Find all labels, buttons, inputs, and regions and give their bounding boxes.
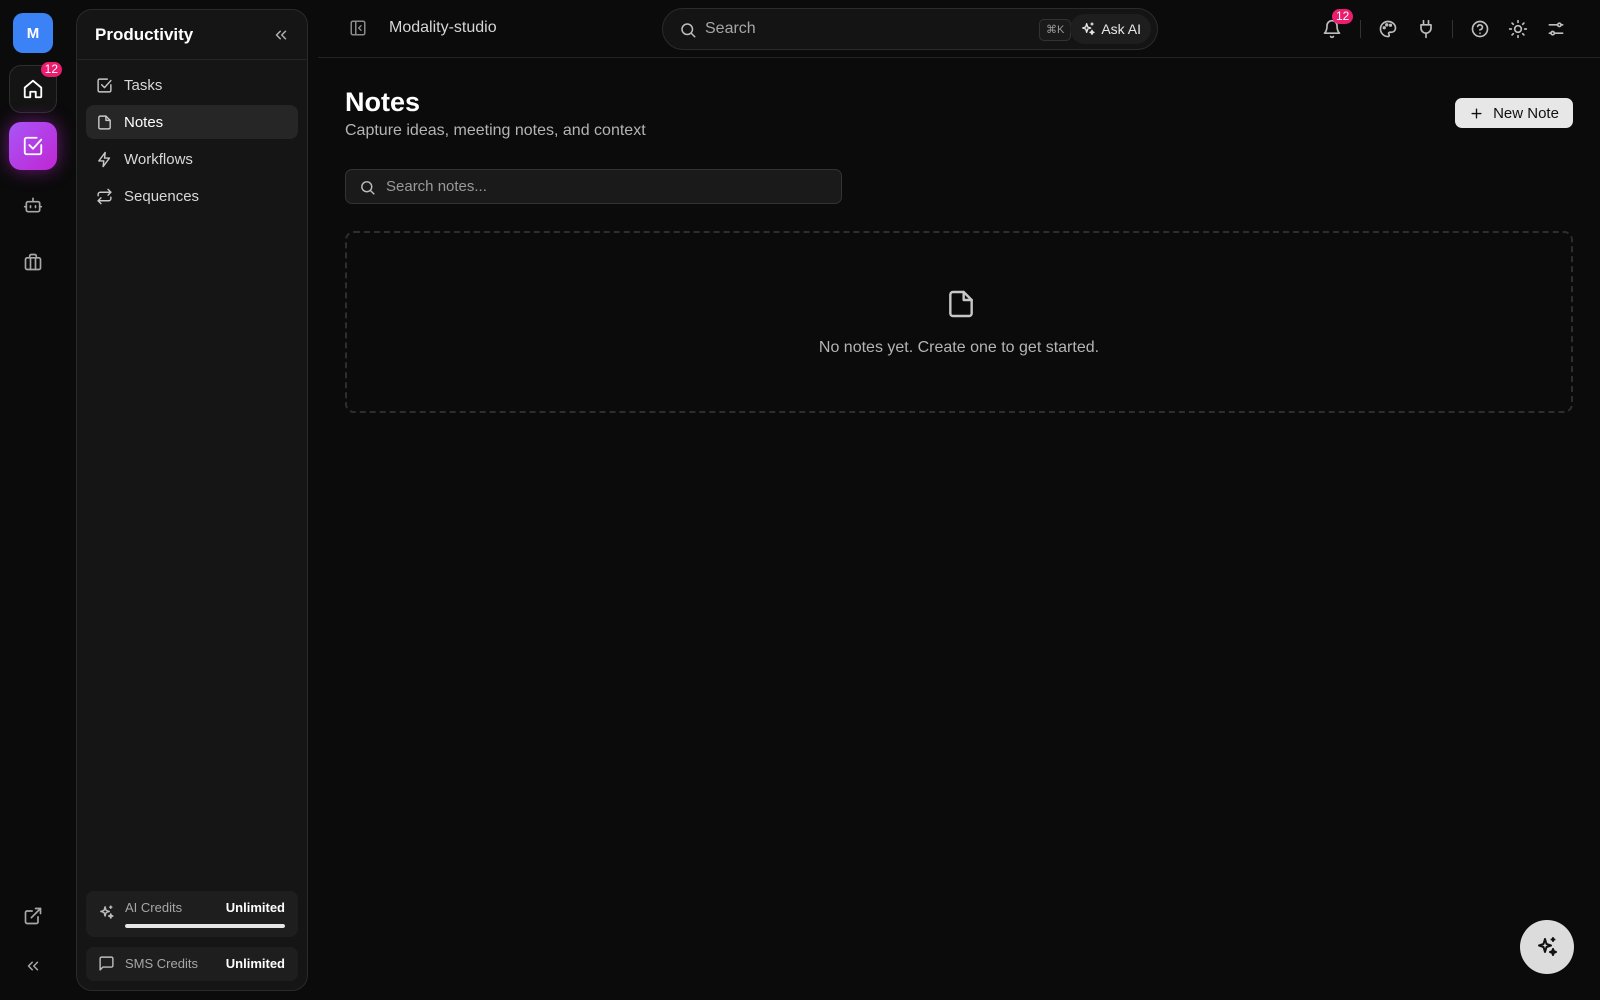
new-note-label: New Note <box>1493 104 1559 122</box>
help-button[interactable] <box>1470 19 1490 39</box>
new-note-button[interactable]: New Note <box>1455 98 1573 128</box>
ask-ai-label: Ask AI <box>1101 21 1141 37</box>
sparkles-icon <box>1082 22 1095 35</box>
ai-credits-bar-fill <box>125 924 285 928</box>
workspace-name: Modality-studio <box>389 19 497 36</box>
search-icon <box>361 181 375 195</box>
square-check-icon <box>23 136 43 156</box>
ask-ai-button[interactable]: Ask AI <box>1070 14 1151 44</box>
sms-credits-label: SMS Credits <box>125 956 198 971</box>
sms-credits-value: Unlimited <box>225 956 285 971</box>
sms-credits-card: SMS Credits Unlimited <box>86 947 298 981</box>
plus-icon <box>1471 107 1482 119</box>
page-subtitle: Capture ideas, meeting notes, and contex… <box>345 122 646 139</box>
sparkles-icon <box>100 905 114 919</box>
sidebar-item-label: Tasks <box>124 76 163 94</box>
top-bar: Modality-studio Search ⌘K Ask AI 12 <box>318 0 1600 58</box>
palette-icon <box>1379 20 1397 38</box>
help-circle-icon <box>1471 20 1489 38</box>
notes-search-input[interactable] <box>386 170 826 203</box>
square-check-icon <box>97 77 112 93</box>
productivity-sidebar: Productivity Tasks Notes Workflows Seque… <box>76 9 308 991</box>
sidebar-item-workflows[interactable]: Workflows <box>86 142 298 176</box>
notes-empty-state: No notes yet. Create one to get started. <box>345 231 1573 413</box>
bot-icon <box>23 197 43 213</box>
notes-search <box>345 169 842 204</box>
theme-toggle-button[interactable] <box>1508 19 1528 39</box>
notification-count-badge: 12 <box>1332 9 1354 24</box>
plug-icon <box>1420 19 1432 39</box>
chevrons-left-icon <box>27 961 39 971</box>
file-icon <box>98 114 111 130</box>
file-icon <box>949 290 973 318</box>
zap-icon <box>98 151 111 167</box>
sidebar-header: Productivity <box>77 10 307 60</box>
ai-credits-label: AI Credits <box>125 900 183 915</box>
sidebar-title: Productivity <box>95 24 194 44</box>
sidebar-item-label: Sequences <box>124 187 200 205</box>
rail-home-button[interactable]: 12 <box>9 62 62 113</box>
ai-credits-card: AI Credits Unlimited <box>86 891 298 937</box>
sidebar-item-label: Workflows <box>124 150 193 168</box>
sidebar-nav: Tasks Notes Workflows Sequences <box>77 60 307 213</box>
theme-palette-button[interactable] <box>1378 19 1398 39</box>
sidebar-item-tasks[interactable]: Tasks <box>86 68 298 102</box>
sliders-icon <box>1548 22 1564 36</box>
toggle-sidebar-button[interactable] <box>349 19 367 37</box>
home-icon <box>23 79 43 99</box>
rail-agents-button[interactable] <box>9 181 57 229</box>
chevrons-left-icon <box>275 30 287 39</box>
ai-credits-value: Unlimited <box>225 900 285 915</box>
sidebar-item-notes[interactable]: Notes <box>86 105 298 139</box>
rail-productivity-button[interactable] <box>9 122 57 170</box>
preferences-button[interactable] <box>1546 19 1566 39</box>
rail-external-link-button[interactable] <box>9 892 57 940</box>
toolbar-divider <box>1360 20 1361 38</box>
external-link-icon <box>24 907 42 925</box>
sun-icon <box>1508 19 1528 39</box>
notifications-button[interactable]: 12 <box>1322 9 1354 39</box>
toolbar-divider <box>1452 20 1453 38</box>
rail-briefcase-button[interactable] <box>9 238 57 286</box>
repeat-icon <box>97 188 112 204</box>
global-search[interactable]: Search ⌘K Ask AI <box>662 8 1158 50</box>
sidebar-collapse-button[interactable] <box>271 25 291 45</box>
sparkles-icon <box>1538 937 1557 956</box>
integrations-button[interactable] <box>1416 19 1436 39</box>
ai-credits-bar <box>125 924 285 928</box>
sidebar-item-sequences[interactable]: Sequences <box>86 179 298 213</box>
app-rail: M 12 <box>0 0 66 1000</box>
page-title: Notes <box>345 87 421 117</box>
home-notification-badge: 12 <box>40 62 62 77</box>
global-search-placeholder: Search <box>705 20 756 37</box>
briefcase-icon <box>24 253 42 271</box>
rail-collapse-button[interactable] <box>9 942 57 990</box>
search-icon <box>681 23 696 38</box>
search-shortcut-hint: ⌘K <box>1039 19 1072 41</box>
sidebar-item-label: Notes <box>124 113 164 131</box>
message-square-icon <box>99 956 114 971</box>
panel-left-icon <box>350 20 366 36</box>
workspace-avatar[interactable]: M <box>13 13 53 53</box>
ai-assistant-button[interactable] <box>1520 920 1574 974</box>
empty-state-message: No notes yet. Create one to get started. <box>818 339 1100 356</box>
